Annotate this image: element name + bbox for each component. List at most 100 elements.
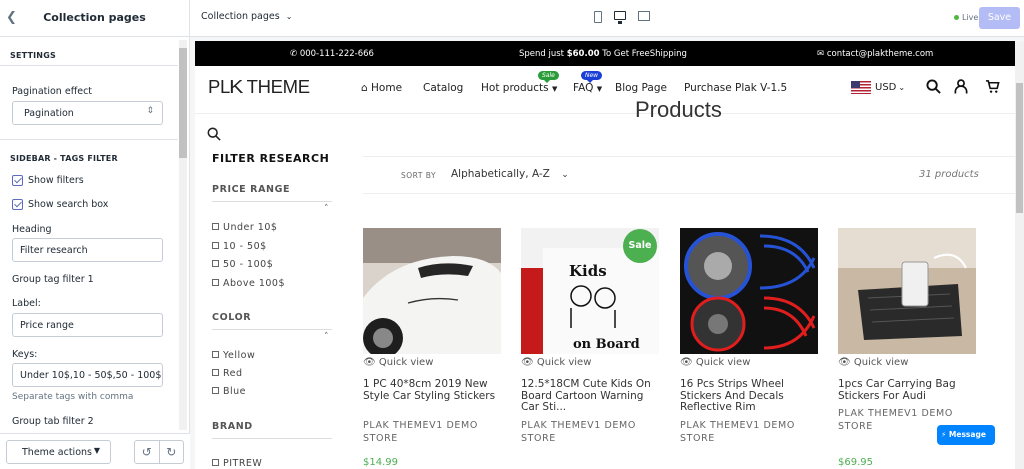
nav-hot-products[interactable]: Hot products ▼ xyxy=(481,82,557,94)
checkbox-icon[interactable] xyxy=(212,369,219,376)
sidebar-scrollbar-thumb[interactable] xyxy=(179,48,187,158)
product-image[interactable] xyxy=(680,228,818,354)
filter-option[interactable]: PITREW xyxy=(212,458,262,469)
product-photo-white-car xyxy=(363,228,501,354)
nav-faq[interactable]: FAQ ▼ xyxy=(573,82,602,94)
page-selector[interactable]: Collection pages ⌄ xyxy=(201,11,292,22)
currency-selector[interactable]: USD ⌄ xyxy=(851,81,905,94)
tags-filter-heading: SIDEBAR - TAGS FILTER xyxy=(10,154,118,163)
product-card[interactable]: 👁 Quick view 1pcs Car Carrying Bag Stick… xyxy=(838,228,976,468)
eye-icon: 👁 xyxy=(680,357,693,368)
messenger-button[interactable]: ⚡ Message xyxy=(937,425,995,445)
nav-faq-label: FAQ xyxy=(573,82,594,94)
show-filters-label: Show filters xyxy=(28,175,84,186)
checkbox-icon[interactable] xyxy=(212,223,219,230)
label-input[interactable]: Price range xyxy=(12,313,163,337)
checkbox-icon[interactable] xyxy=(212,279,219,286)
keys-input[interactable]: Under 10$,10 - 50$,50 - 100$,Ab xyxy=(12,363,163,387)
fullwidth-view-icon[interactable] xyxy=(638,11,650,21)
eye-icon: 👁 xyxy=(521,357,534,368)
nav-home[interactable]: ⌂ Home xyxy=(361,82,402,94)
filter-search-icon[interactable] xyxy=(207,127,221,141)
quick-view-label: Quick view xyxy=(695,357,751,368)
heading-input[interactable]: Filter research xyxy=(12,238,163,262)
quick-view-label: Quick view xyxy=(378,357,434,368)
checkbox-checked-icon[interactable] xyxy=(12,175,23,186)
redo-icon[interactable]: ↻ xyxy=(158,441,184,463)
search-icon[interactable] xyxy=(926,79,941,94)
chevron-up-icon[interactable]: ˄ xyxy=(324,204,329,214)
chevron-up-icon[interactable]: ˄ xyxy=(324,332,329,342)
quick-view-button[interactable]: 👁 Quick view xyxy=(838,357,908,368)
product-photo-wheel-stickers xyxy=(680,228,818,354)
quick-view-button[interactable]: 👁 Quick view xyxy=(680,357,750,368)
product-image[interactable]: Kids on Board Sale xyxy=(521,228,659,354)
group-tag-filter-1-label: Group tag filter 1 xyxy=(12,274,94,285)
checkbox-icon[interactable] xyxy=(212,351,219,358)
product-image[interactable] xyxy=(363,228,501,354)
product-card[interactable]: 👁 Quick view 16 Pcs Strips Wheel Sticker… xyxy=(680,228,818,444)
filter-option-label: Under 10$ xyxy=(223,222,278,233)
product-image[interactable] xyxy=(838,228,976,354)
chevron-down-icon: ⌄ xyxy=(561,170,569,180)
cart-icon[interactable] xyxy=(985,79,1000,94)
currency-label: USD xyxy=(875,82,897,93)
nav-purchase[interactable]: Purchase Plak V-1.5 xyxy=(684,82,787,94)
product-name[interactable]: 1pcs Car Carrying Bag Stickers For Audi xyxy=(838,378,976,402)
filter-option[interactable]: Above 100$ xyxy=(212,278,285,289)
theme-actions-button[interactable]: Theme actions ▼ xyxy=(6,440,111,464)
desktop-view-icon[interactable] xyxy=(614,11,626,24)
pagination-effect-select[interactable]: Pagination ⇕ xyxy=(12,101,163,125)
nav-catalog[interactable]: Catalog xyxy=(423,82,463,94)
filter-option[interactable]: Yellow xyxy=(212,350,255,361)
user-icon[interactable] xyxy=(954,79,968,94)
show-search-box-checkbox[interactable]: Show search box xyxy=(12,199,108,210)
logo-text-2: K xyxy=(229,76,243,97)
product-vendor: PLAK THEMEV1 DEMO STORE xyxy=(521,420,636,444)
filter-option[interactable]: 10 - 50$ xyxy=(212,241,267,252)
phone-icon: ✆ xyxy=(290,49,298,59)
preview-scrollbar[interactable] xyxy=(1015,41,1024,469)
device-switcher xyxy=(594,11,650,24)
filter-option[interactable]: Under 10$ xyxy=(212,222,277,233)
product-card[interactable]: Kids on Board Sale 👁 Quick view 12.5*18C… xyxy=(521,228,659,444)
quick-view-button[interactable]: 👁 Quick view xyxy=(363,357,433,368)
product-name[interactable]: 12.5*18CM Cute Kids On Board Cartoon War… xyxy=(521,378,659,414)
nav-blog[interactable]: Blog Page xyxy=(615,82,667,94)
save-button[interactable]: Save xyxy=(979,7,1020,29)
checkbox-icon[interactable] xyxy=(212,459,219,466)
checkbox-icon[interactable] xyxy=(212,260,219,267)
sort-select[interactable]: Alphabetically, A-Z ⌄ xyxy=(451,168,569,180)
mobile-view-icon[interactable] xyxy=(594,11,602,23)
checkbox-checked-icon[interactable] xyxy=(12,199,23,210)
show-filters-checkbox[interactable]: Show filters xyxy=(12,175,84,186)
product-name[interactable]: 16 Pcs Strips Wheel Stickers And Decals … xyxy=(680,378,818,414)
filter-option-label: 50 - 100$ xyxy=(223,259,274,270)
quick-view-button[interactable]: 👁 Quick view xyxy=(521,357,591,368)
live-label: Live xyxy=(962,13,979,22)
live-dot-icon xyxy=(954,15,959,20)
group-tab-filter-2-label: Group tab filter 2 xyxy=(12,416,94,427)
color-heading: COLOR xyxy=(212,312,252,323)
preview-scrollbar-thumb[interactable] xyxy=(1016,83,1023,213)
caret-down-icon: ▼ xyxy=(551,85,558,93)
product-name[interactable]: 1 PC 40*8cm 2019 New Style Car Styling S… xyxy=(363,378,501,402)
checkbox-icon[interactable] xyxy=(212,242,219,249)
checkbox-icon[interactable] xyxy=(212,387,219,394)
filter-option[interactable]: Red xyxy=(212,368,243,379)
sidebar-footer: Theme actions ▼ ↺ ↻ xyxy=(0,433,190,469)
editor-topbar: Collection pages ⌄ Live Save xyxy=(190,0,1024,37)
store-logo[interactable]: PLK THEME xyxy=(208,76,310,98)
email-info[interactable]: ✉ contact@plaktheme.com xyxy=(817,49,933,59)
collection-title: Products xyxy=(635,97,722,122)
pagination-effect-label: Pagination effect xyxy=(12,86,93,97)
caret-down-icon: ▼ xyxy=(596,85,603,93)
sidebar-scrollbar[interactable] xyxy=(179,40,187,430)
label-label: Label: xyxy=(12,298,41,309)
caret-down-icon: ▼ xyxy=(93,446,100,455)
brand-heading: BRAND xyxy=(212,421,253,432)
undo-icon[interactable]: ↺ xyxy=(135,441,159,463)
product-card[interactable]: 👁 Quick view 1 PC 40*8cm 2019 New Style … xyxy=(363,228,501,468)
filter-option[interactable]: 50 - 100$ xyxy=(212,259,273,270)
filter-option[interactable]: Blue xyxy=(212,386,246,397)
